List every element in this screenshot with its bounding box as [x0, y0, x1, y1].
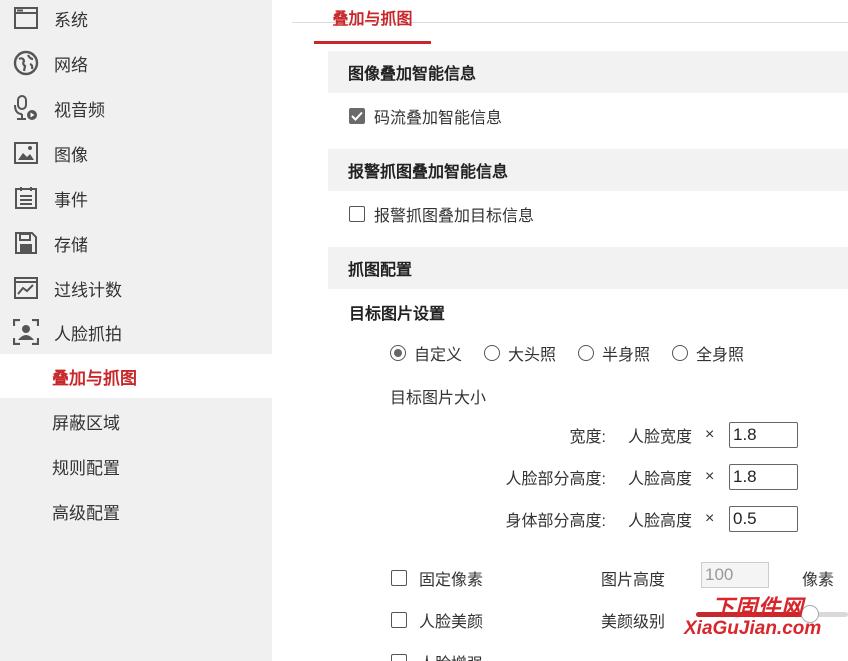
sidebar-item-label: 过线计数: [54, 280, 122, 300]
sidebar-subitem-label: 屏蔽区域: [52, 413, 120, 433]
beauty-level-fill: [696, 612, 810, 617]
alarm-overlay-checkbox[interactable]: [349, 206, 365, 222]
face-beauty-checkbox[interactable]: [391, 612, 407, 628]
radio-half-body-label: 半身照: [602, 347, 651, 364]
radio-headshot[interactable]: 大头照: [484, 341, 556, 365]
face-beauty-label: 人脸美颜: [419, 614, 484, 631]
radio-full-body[interactable]: 全身照: [672, 341, 744, 365]
face-height-ref: 人脸高度: [628, 471, 693, 488]
multiply-sign: ×: [705, 510, 715, 527]
watermark-top-text: 下固件网: [712, 595, 805, 620]
section-title-alarm: 报警抓图叠加智能信息: [328, 149, 848, 191]
fixed-pixel-option[interactable]: 固定像素: [391, 566, 483, 590]
body-height-label: 身体部分高度:: [505, 513, 606, 530]
sidebar-item-label: 人脸抓拍: [54, 324, 122, 344]
width-row: 宽度: 人脸宽度 ×: [272, 422, 848, 448]
face-height-label: 人脸部分高度:: [505, 471, 606, 488]
sidebar-item-label: 事件: [54, 190, 88, 210]
body-height-row: 身体部分高度: 人脸高度 ×: [272, 506, 848, 532]
sidebar-subitem-rule-config[interactable]: 规则配置: [0, 444, 272, 488]
radio-custom[interactable]: 自定义: [390, 341, 462, 365]
target-image-mode-radios: 自定义 大头照 半身照 全身照: [390, 341, 766, 365]
multiply-sign: ×: [705, 468, 715, 485]
sidebar-subitem-overlay-capture[interactable]: 叠加与抓图: [0, 354, 272, 398]
radio-full-body-label: 全身照: [696, 347, 745, 364]
sidebar-subitem-label: 高级配置: [52, 503, 120, 523]
width-ref: 人脸宽度: [628, 429, 693, 446]
image-icon: [12, 139, 40, 167]
sidebar-item-audio-video[interactable]: 视音频: [0, 86, 272, 130]
radio-custom-label: 自定义: [414, 347, 463, 364]
beauty-level-slider[interactable]: [696, 605, 848, 623]
system-window-icon: [12, 4, 40, 32]
beauty-level-label: 美颜级别: [601, 614, 666, 631]
fixed-pixel-checkbox[interactable]: [391, 570, 407, 586]
image-height-input[interactable]: [701, 562, 769, 588]
watermark-bottom-text: XiaGuJian.com: [684, 618, 822, 639]
sidebar-item-label: 网络: [54, 55, 88, 75]
face-capture-icon: [12, 318, 40, 346]
alarm-overlay-option[interactable]: 报警抓图叠加目标信息: [349, 202, 534, 226]
site-watermark: 下固件网 XiaGuJian.com: [684, 590, 844, 650]
sidebar-item-label: 视音频: [54, 100, 105, 120]
face-enhance-checkbox[interactable]: [391, 654, 407, 661]
globe-icon: [12, 49, 40, 77]
face-height-row: 人脸部分高度: 人脸高度 ×: [272, 464, 848, 490]
beauty-level-handle[interactable]: [801, 605, 819, 623]
face-enhance-label: 人脸增强: [419, 650, 483, 661]
radio-headshot-button[interactable]: [484, 345, 501, 361]
radio-half-body-button[interactable]: [578, 345, 595, 361]
section-title-capture: 抓图配置: [328, 247, 848, 289]
stream-overlay-option[interactable]: 码流叠加智能信息: [349, 104, 502, 128]
sidebar-subitem-label: 规则配置: [52, 458, 120, 478]
body-height-ratio-input[interactable]: [729, 506, 798, 532]
alarm-overlay-label: 报警抓图叠加目标信息: [374, 208, 535, 225]
body-height-ref: 人脸高度: [628, 513, 693, 530]
sidebar-item-label: 图像: [54, 145, 88, 165]
sidebar-subitem-advanced-config[interactable]: 高级配置: [0, 489, 272, 533]
sidebar-item-line-counting[interactable]: 过线计数: [0, 266, 272, 310]
image-height-label: 图片高度: [601, 572, 666, 589]
stream-overlay-label: 码流叠加智能信息: [374, 110, 503, 127]
floppy-disk-icon: [12, 229, 40, 257]
face-beauty-option[interactable]: 人脸美颜: [391, 608, 483, 632]
face-enhance-option[interactable]: 人脸增强: [391, 650, 483, 661]
width-label: 宽度:: [569, 429, 606, 446]
radio-full-body-button[interactable]: [672, 345, 689, 361]
sidebar-item-image[interactable]: 图像: [0, 131, 272, 175]
multiply-sign: ×: [705, 426, 715, 443]
calendar-list-icon: [12, 184, 40, 212]
sidebar: 系统 网络 视音频 图像 事件 存储 过线计数 人脸抓拍 叠加与抓图 屏蔽区域 …: [0, 0, 272, 661]
radio-half-body[interactable]: 半身照: [578, 341, 650, 365]
target-image-size-label: 目标图片大小: [390, 390, 487, 407]
radio-custom-button[interactable]: [390, 345, 406, 361]
face-height-ratio-input[interactable]: [729, 464, 798, 490]
section-title-overlay: 图像叠加智能信息: [328, 51, 848, 93]
microphone-icon: [12, 94, 40, 122]
sidebar-subitem-privacy-mask[interactable]: 屏蔽区域: [0, 399, 272, 443]
sidebar-item-system[interactable]: 系统: [0, 0, 272, 40]
tab-overlay-capture[interactable]: 叠加与抓图: [314, 12, 431, 44]
sidebar-item-face-capture[interactable]: 人脸抓拍: [0, 310, 272, 354]
sidebar-item-storage[interactable]: 存储: [0, 221, 272, 265]
sidebar-item-label: 系统: [54, 10, 88, 30]
fixed-pixel-label: 固定像素: [419, 572, 484, 589]
pixel-unit-label: 像素: [802, 572, 835, 589]
sidebar-item-network[interactable]: 网络: [0, 41, 272, 85]
stream-overlay-checkbox[interactable]: [349, 108, 365, 124]
sidebar-item-event[interactable]: 事件: [0, 176, 272, 220]
sidebar-subitem-label: 叠加与抓图: [52, 368, 137, 388]
line-chart-icon: [12, 274, 40, 302]
radio-headshot-label: 大头照: [508, 347, 557, 364]
sidebar-item-label: 存储: [54, 235, 88, 255]
tab-bar: 叠加与抓图: [292, 12, 848, 44]
width-ratio-input[interactable]: [729, 422, 798, 448]
target-image-heading: 目标图片设置: [349, 306, 446, 323]
main-content: 叠加与抓图 图像叠加智能信息 码流叠加智能信息 报警抓图叠加智能信息 报警抓图叠…: [272, 0, 848, 661]
